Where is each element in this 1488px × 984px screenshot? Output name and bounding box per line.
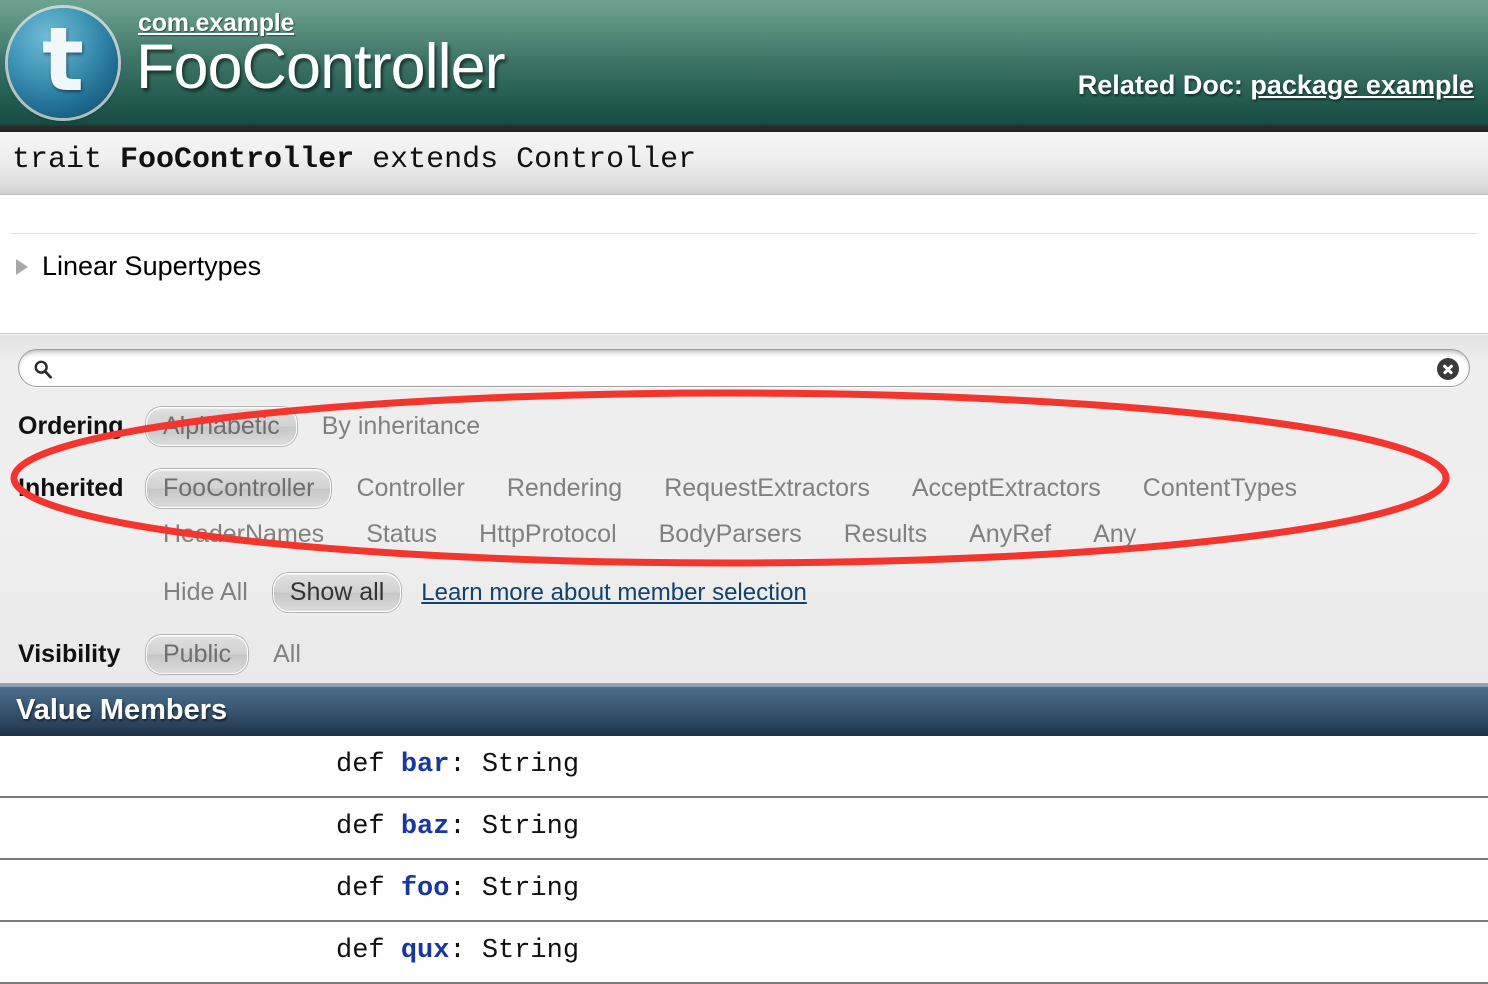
member-name[interactable]: baz [401,812,450,842]
related-doc: Related Doc: package example [1078,70,1474,101]
table-row[interactable]: def baz: String [0,798,1488,860]
member-signature: def foo: String [336,874,579,904]
related-doc-label: Related Doc: [1077,70,1243,100]
inherited-option-headernames[interactable]: HeaderNames [146,515,341,554]
signature-name: FooController [120,143,355,177]
member-keyword: def [336,812,385,842]
inherited-option-anyref[interactable]: AnyRef [952,515,1068,554]
inherited-option-rendering[interactable]: Rendering [490,469,639,508]
page-title: FooController [136,32,506,102]
member-type: String [481,874,580,904]
member-keyword: def [336,874,385,904]
ordering-option-alphabetic[interactable]: Alphabetic [146,407,297,446]
table-row[interactable]: def foo: String [0,860,1488,922]
inherited-option-requestextractors[interactable]: RequestExtractors [647,469,887,508]
hide-all-button[interactable]: Hide All [146,573,265,612]
logo-letter: t [41,8,85,111]
member-name[interactable]: foo [401,874,450,904]
related-doc-link[interactable]: package example [1250,70,1474,100]
table-row[interactable]: def qux: String [0,922,1488,984]
close-circle-icon[interactable] [1437,358,1459,380]
member-keyword: def [336,936,385,966]
show-all-button[interactable]: Show all [272,573,402,612]
inherited-option-any[interactable]: Any [1076,515,1153,554]
inherited-option-foocontroller[interactable]: FooController [146,469,332,508]
page-header: t com.example FooController Related Doc:… [0,0,1488,132]
member-separator: : [449,936,482,966]
member-separator: : [449,750,482,780]
member-type: String [481,812,580,842]
entity-signature-bar: trait FooController extends Controller [0,132,1488,195]
visibility-option-public[interactable]: Public [146,635,249,674]
inherited-option-results[interactable]: Results [827,515,944,554]
member-separator: : [449,874,482,904]
divider [10,233,1478,234]
search-input[interactable] [61,354,1405,384]
visibility-label: Visibility [18,640,121,668]
member-signature: def bar: String [336,750,579,780]
ordering-option-by-inheritance[interactable]: By inheritance [305,407,497,446]
linear-supertypes-toggle[interactable]: Linear Supertypes [16,251,261,282]
trait-logo-icon: t [8,8,118,118]
inherited-option-status[interactable]: Status [349,515,454,554]
signature-keyword: trait [12,143,103,177]
visibility-filter-row: Visibility Public All [0,635,1488,674]
signature-supertype: Controller [516,143,697,177]
inherited-option-httpprotocol[interactable]: HttpProtocol [462,515,634,554]
inherited-option-controller[interactable]: Controller [339,469,481,508]
chevron-right-icon [16,258,28,275]
table-row[interactable]: def bar: String [0,736,1488,798]
signature-extends-keyword: extends [372,143,499,177]
member-type: String [481,936,580,966]
member-keyword: def [336,750,385,780]
inherited-option-acceptextractors[interactable]: AcceptExtractors [895,469,1118,508]
linear-supertypes-section: Linear Supertypes [0,195,1488,334]
ordering-filter-row: Ordering Alphabetic By inheritance [0,407,1488,446]
member-type: String [481,750,580,780]
inherited-filter-row-2: HeaderNames Status HttpProtocol BodyPars… [0,515,1488,554]
entity-signature: trait FooController extends Controller [12,143,696,177]
inherited-option-bodyparsers[interactable]: BodyParsers [642,515,819,554]
value-members-list: def bar: String def baz: String def foo:… [0,736,1488,984]
member-name[interactable]: qux [401,936,450,966]
inherited-filter-row-1: Inherited FooController Controller Rende… [0,469,1488,508]
value-members-header: Value Members [0,684,1488,736]
search-bar[interactable] [18,349,1470,387]
learn-more-link[interactable]: Learn more about member selection [421,579,807,607]
member-signature: def baz: String [336,812,579,842]
value-members-title: Value Members [16,694,228,726]
inherited-label: Inherited [18,474,124,502]
linear-supertypes-label: Linear Supertypes [42,251,262,281]
ordering-label: Ordering [18,412,124,440]
member-separator: : [449,812,482,842]
member-signature: def qux: String [336,936,579,966]
show-hide-row: Hide All Show all Learn more about membe… [0,573,1488,612]
member-name[interactable]: bar [401,750,450,780]
inherited-option-contenttypes[interactable]: ContentTypes [1126,469,1314,508]
visibility-option-all[interactable]: All [256,635,318,674]
search-icon [34,360,52,379]
member-filter-panel: Ordering Alphabetic By inheritance Inher… [0,334,1488,684]
